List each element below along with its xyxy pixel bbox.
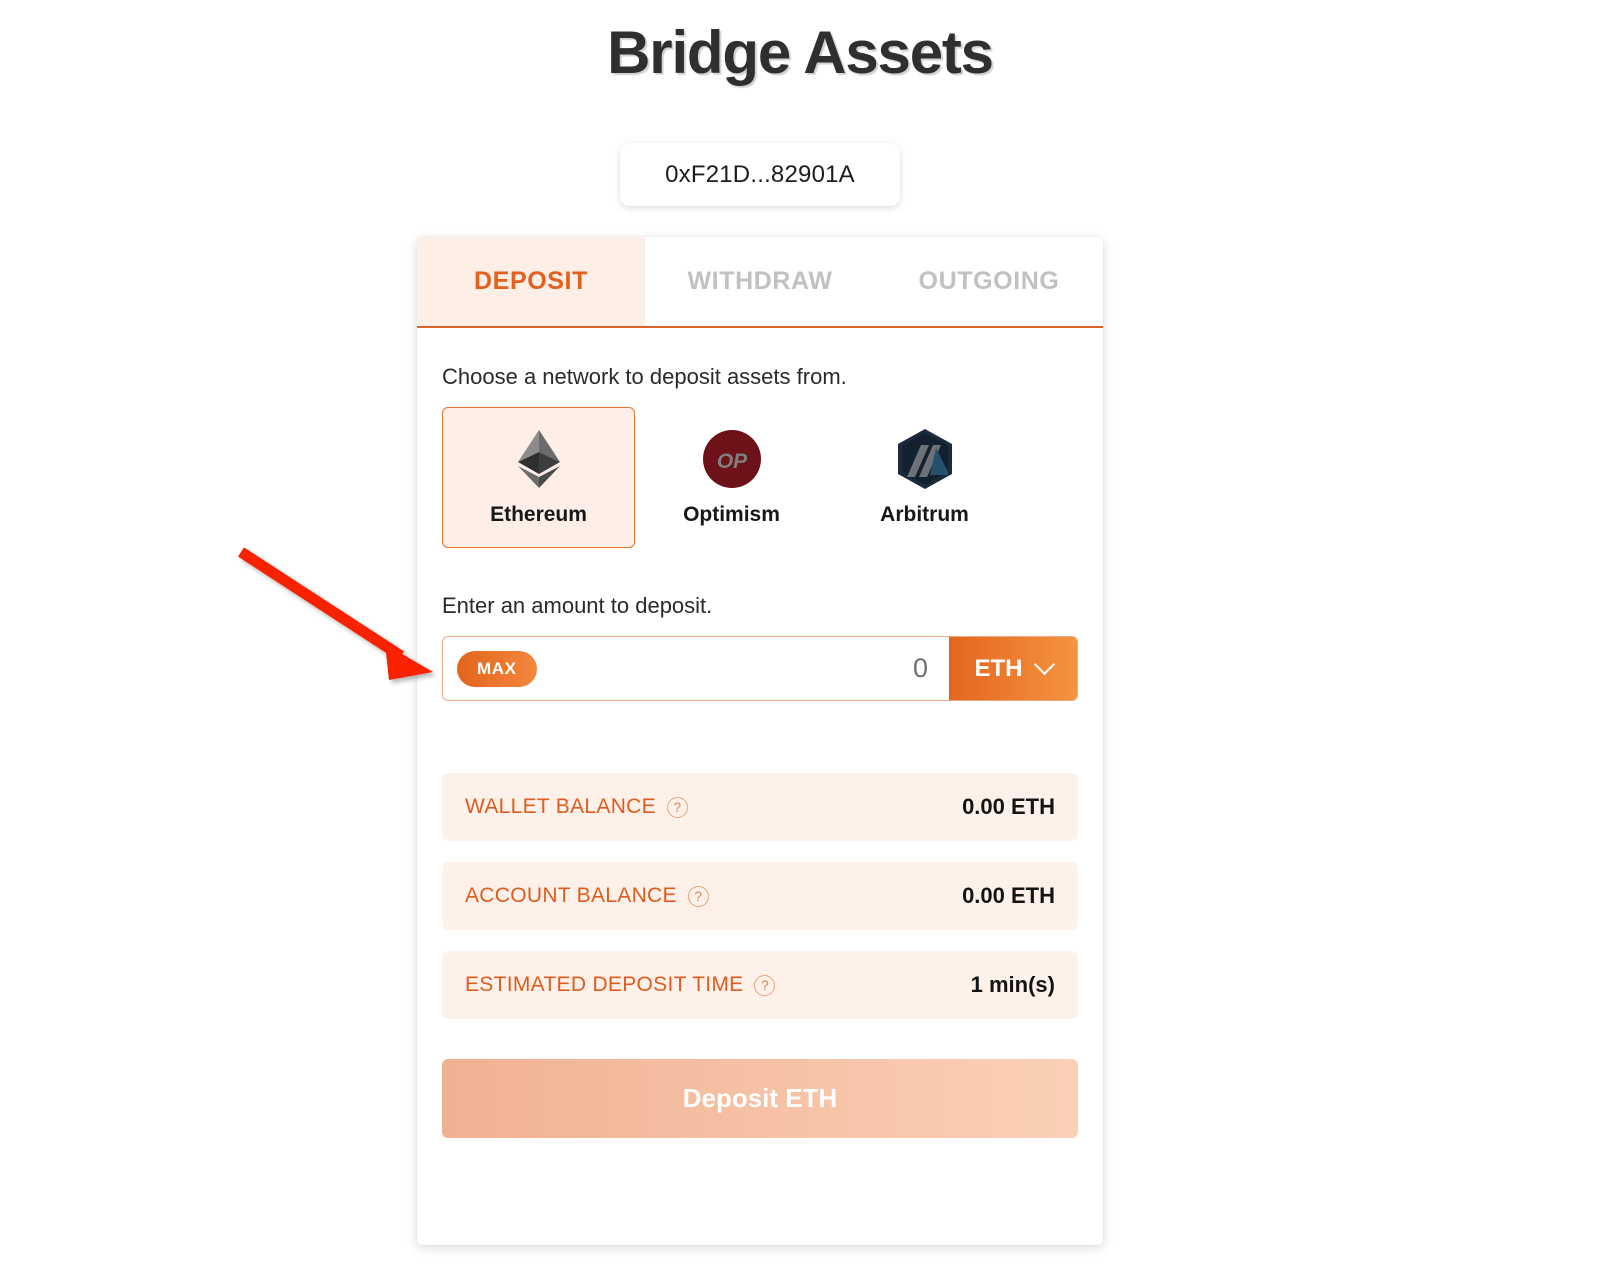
info-rows: WALLET BALANCE ? 0.00 ETH ACCOUNT BALANC… (442, 773, 1078, 1019)
tab-deposit[interactable]: DEPOSIT (417, 237, 645, 326)
info-label-account-balance: ACCOUNT BALANCE ? (465, 884, 709, 908)
network-prompt: Choose a network to deposit assets from. (442, 364, 847, 389)
amount-prompt: Enter an amount to deposit. (442, 593, 713, 618)
token-select-button[interactable]: ETH (949, 637, 1077, 700)
info-row-wallet-balance: WALLET BALANCE ? 0.00 ETH (442, 773, 1078, 841)
wallet-address-pill[interactable]: 0xF21D...82901A (620, 143, 900, 206)
help-icon[interactable]: ? (754, 974, 776, 996)
tab-withdraw[interactable]: WITHDRAW (645, 237, 875, 326)
info-label-text: ESTIMATED DEPOSIT TIME (465, 973, 744, 996)
info-value-estimated-deposit-time: 1 min(s) (970, 972, 1055, 997)
chevron-down-icon (1033, 653, 1055, 676)
network-label-arbitrum: Arbitrum (880, 503, 969, 526)
deposit-button[interactable]: Deposit ETH (442, 1059, 1078, 1138)
amount-section: Enter an amount to deposit. MAX ETH (442, 593, 1078, 701)
wallet-address-text: 0xF21D...82901A (665, 160, 855, 188)
arbitrum-icon (894, 428, 956, 490)
page-title: Bridge Assets (607, 19, 994, 86)
info-row-estimated-deposit-time: ESTIMATED DEPOSIT TIME ? 1 min(s) (442, 951, 1078, 1019)
help-icon[interactable]: ? (666, 796, 688, 818)
info-value-account-balance: 0.00 ETH (962, 883, 1055, 908)
bridge-assets-page: Bridge Assets 0xF21D...82901A DEPOSIT WI… (0, 0, 1600, 1271)
ethereum-icon (508, 428, 570, 490)
token-select-label: ETH (974, 654, 1023, 682)
network-label-ethereum: Ethereum (490, 503, 587, 526)
network-list: Ethereum OP Optimism Arbitrum (442, 407, 1078, 548)
svg-text:OP: OP (716, 450, 747, 473)
tab-deposit-label: DEPOSIT (474, 267, 588, 295)
tab-withdraw-label: WITHDRAW (687, 267, 833, 295)
network-label-optimism: Optimism (683, 503, 780, 526)
help-icon[interactable]: ? (687, 885, 709, 907)
network-option-optimism[interactable]: OP Optimism (635, 407, 828, 548)
amount-input-row: MAX ETH (442, 636, 1078, 701)
info-label-estimated-deposit-time: ESTIMATED DEPOSIT TIME ? (465, 973, 776, 997)
tab-outgoing[interactable]: OUTGOING (875, 237, 1103, 326)
max-button[interactable]: MAX (457, 650, 537, 687)
info-value-wallet-balance: 0.00 ETH (962, 794, 1055, 819)
tab-bar: DEPOSIT WITHDRAW OUTGOING (417, 237, 1103, 328)
tab-outgoing-label: OUTGOING (918, 267, 1060, 295)
bridge-card: DEPOSIT WITHDRAW OUTGOING Choose a netwo… (417, 237, 1103, 1245)
info-label-text: WALLET BALANCE (465, 795, 656, 818)
amount-input[interactable] (536, 652, 949, 685)
card-body: Choose a network to deposit assets from. (417, 364, 1103, 1138)
optimism-icon: OP (701, 428, 763, 490)
info-label-text: ACCOUNT BALANCE (465, 884, 677, 907)
network-option-ethereum[interactable]: Ethereum (442, 407, 635, 548)
network-option-arbitrum[interactable]: Arbitrum (828, 407, 1021, 548)
info-row-account-balance: ACCOUNT BALANCE ? 0.00 ETH (442, 862, 1078, 930)
info-label-wallet-balance: WALLET BALANCE ? (465, 795, 688, 819)
